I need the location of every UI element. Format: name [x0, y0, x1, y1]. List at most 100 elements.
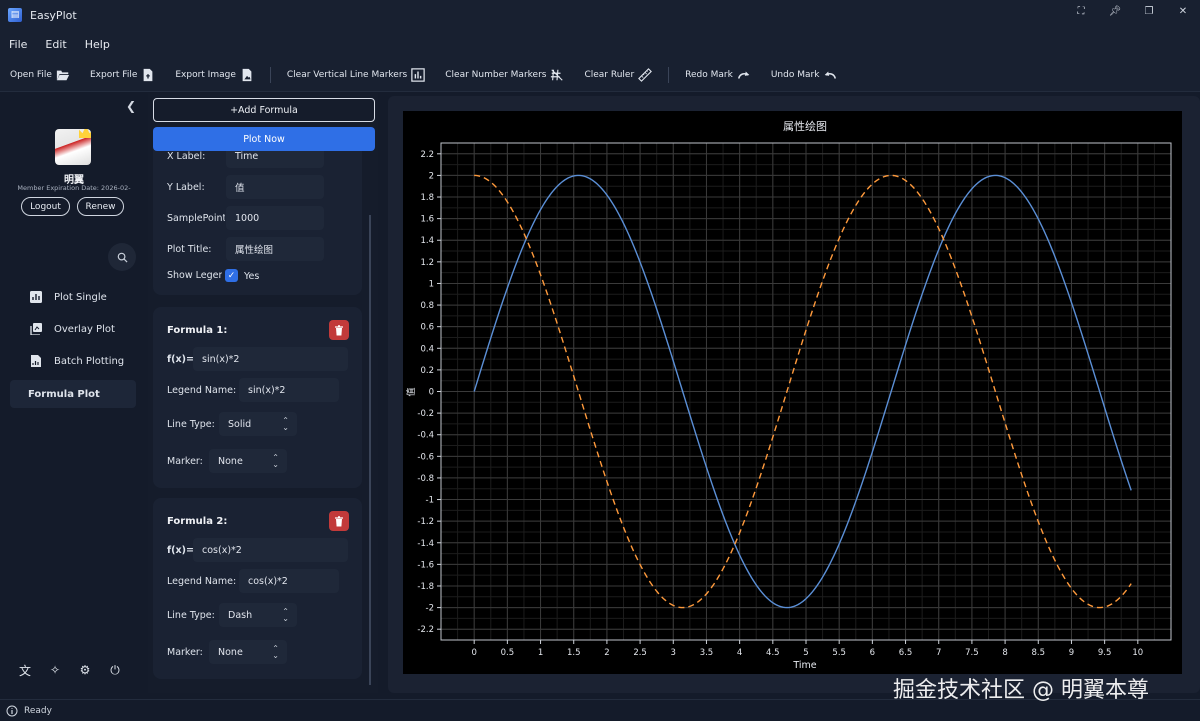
- show-legend-checkbox[interactable]: ✓: [225, 269, 238, 282]
- y-tick-label: 1.2: [420, 258, 434, 268]
- y-axis-label: 值: [405, 387, 417, 396]
- formula-title: Formula 2:: [167, 516, 228, 527]
- fullscreen-icon[interactable]: ⛶: [1074, 6, 1088, 17]
- panel-scrollbar[interactable]: [369, 215, 371, 685]
- line-type-value: Dash: [228, 609, 253, 621]
- plot-title-input[interactable]: 属性绘图: [226, 237, 324, 261]
- sidebar-item-overlay-plot[interactable]: Overlay Plot: [10, 315, 136, 343]
- line-type-select[interactable]: Dash ⌃ ⌄: [219, 603, 297, 627]
- add-formula-button[interactable]: +Add Formula: [153, 98, 375, 122]
- y-tick-label: -1.6: [417, 560, 434, 570]
- x-tick-label: 0.5: [501, 648, 515, 658]
- restore-icon[interactable]: ❐: [1142, 6, 1156, 17]
- show-legend-value: Yes: [244, 271, 260, 282]
- clear-numbers-label: Clear Number Markers: [445, 69, 547, 80]
- axis-ticks: 0 0.5 1 1.5 2 2.5 3 3.5 4 4.5 5 5.5 6 6.5 7 7.5 8 8.5 9 9.5…: [417, 150, 1143, 658]
- renew-button[interactable]: Renew: [77, 197, 124, 216]
- x-axis-label: Time: [792, 660, 816, 671]
- x-tick-label: 2: [604, 648, 609, 658]
- sidebar-bottom-icons: 文 ✧ ⚙ ⏻: [18, 663, 122, 678]
- translate-icon[interactable]: 文: [18, 663, 32, 678]
- undo-icon: [825, 71, 837, 79]
- plot-now-button[interactable]: Plot Now: [153, 127, 375, 151]
- sample-point-input[interactable]: 1000: [226, 206, 324, 230]
- marker-select[interactable]: None ⌃ ⌄: [209, 449, 287, 473]
- clear-ruler-button[interactable]: Clear Ruler: [574, 58, 662, 92]
- trash-icon: [335, 515, 343, 526]
- window-controls: ⛶ 📌︎ ❐ ✕: [1074, 6, 1190, 17]
- y-tick-label: 0.2: [420, 366, 434, 376]
- crown-icon: [79, 129, 91, 138]
- legend-name-input[interactable]: cos(x)*2: [239, 569, 339, 593]
- clear-number-markers-button[interactable]: Clear Number Markers: [435, 58, 574, 92]
- collapse-sidebar-icon[interactable]: ❮: [126, 99, 136, 113]
- redo-mark-button[interactable]: Redo Mark: [675, 58, 761, 92]
- plot-title-label: Plot Title:: [167, 244, 212, 255]
- clear-vertical-line-markers-button[interactable]: Clear Vertical Line Markers: [277, 58, 435, 92]
- x-tick-label: 1: [538, 648, 543, 658]
- menu-file[interactable]: File: [0, 38, 36, 51]
- y-tick-label: -1.2: [417, 517, 434, 527]
- open-file-button[interactable]: Open File: [0, 58, 80, 92]
- y-tick-label: -0.8: [417, 474, 434, 484]
- formula-input[interactable]: sin(x)*2: [193, 347, 348, 371]
- menu-edit[interactable]: Edit: [36, 38, 75, 51]
- formula-input[interactable]: cos(x)*2: [193, 538, 348, 562]
- sidebar-item-label: Formula Plot: [28, 388, 100, 400]
- pin-icon[interactable]: 📌︎: [1108, 6, 1122, 17]
- chevron-up-down-icon: ⌃ ⌄: [282, 607, 289, 623]
- status-text: Ready: [24, 705, 52, 716]
- line-type-label: Line Type:: [167, 419, 215, 430]
- search-button[interactable]: [108, 243, 136, 271]
- x-tick-label: 8.5: [1032, 648, 1046, 658]
- y-tick-label: 2.2: [420, 150, 434, 160]
- x-tick-label: 1.5: [567, 648, 581, 658]
- theme-toggle-icon[interactable]: ✧: [48, 663, 62, 677]
- export-file-button[interactable]: Export File: [80, 58, 165, 92]
- delete-formula-button[interactable]: [329, 511, 349, 531]
- y-tick-label: -2: [426, 604, 434, 614]
- chart-title: 属性绘图: [783, 119, 827, 133]
- y-tick-label: 0.4: [420, 344, 434, 354]
- info-icon: [6, 705, 18, 716]
- sidebar-item-label: Plot Single: [54, 291, 107, 303]
- y-tick-label: 0.6: [420, 323, 434, 333]
- avatar: [55, 129, 91, 165]
- trash-icon: [335, 324, 343, 335]
- x-tick-label: 4: [737, 648, 742, 658]
- formula-card-1: Formula 1: f(x)= sin(x)*2 Legend Name: s…: [153, 307, 362, 488]
- formula-panel: X Label: Time Y Label: 值 SamplePoint 100…: [148, 93, 378, 693]
- formula-card-2: Formula 2: f(x)= cos(x)*2 Legend Name: c…: [153, 498, 362, 679]
- sidebar-item-batch-plotting[interactable]: Batch Plotting: [10, 347, 136, 375]
- image-file-icon: [242, 68, 252, 81]
- chevron-up-down-icon: ⌃ ⌄: [272, 453, 279, 469]
- export-image-label: Export Image: [175, 69, 236, 80]
- logout-button[interactable]: Logout: [21, 197, 70, 216]
- watermark: 掘金技术社区 @ 明翼本尊: [893, 678, 1149, 703]
- y-tick-label: -0.2: [417, 409, 434, 419]
- marker-select[interactable]: None ⌃ ⌄: [209, 640, 287, 664]
- sidebar-item-formula-plot[interactable]: Formula Plot: [10, 380, 136, 408]
- close-icon[interactable]: ✕: [1176, 6, 1190, 17]
- delete-formula-button[interactable]: [329, 320, 349, 340]
- undo-mark-button[interactable]: Undo Mark: [761, 58, 848, 92]
- menu-help[interactable]: Help: [76, 38, 119, 51]
- gear-icon[interactable]: ⚙: [78, 663, 92, 677]
- app-logo-icon: ▤: [8, 8, 22, 22]
- x-tick-label: 5: [803, 648, 808, 658]
- chart-panel[interactable]: 属性绘图 Time 值 0 0.5 1 1.5 2 2.5 3 3.5 4 4.5 5 5.5 6 6.5…: [403, 111, 1182, 674]
- chart-svg[interactable]: 属性绘图 Time 值 0 0.5 1 1.5 2 2.5 3 3.5 4 4.5 5 5.5 6 6.5…: [403, 111, 1182, 674]
- x-tick-label: 7.5: [965, 648, 979, 658]
- y-label-input[interactable]: 值: [226, 175, 324, 199]
- title-bar: ▤ EasyPlot ⛶ 📌︎ ❐ ✕: [0, 0, 1200, 30]
- power-icon[interactable]: ⏻: [108, 663, 122, 677]
- sample-point-label: SamplePoint: [167, 213, 225, 224]
- ruler-icon: [638, 67, 653, 82]
- y-tick-label: 2: [429, 171, 434, 181]
- export-image-button[interactable]: Export Image: [165, 58, 264, 92]
- sidebar-item-label: Overlay Plot: [54, 323, 115, 335]
- legend-name-input[interactable]: sin(x)*2: [239, 378, 339, 402]
- line-type-select[interactable]: Solid ⌃ ⌄: [219, 412, 297, 436]
- folder-open-icon: [56, 70, 70, 80]
- sidebar-item-plot-single[interactable]: Plot Single: [10, 283, 136, 311]
